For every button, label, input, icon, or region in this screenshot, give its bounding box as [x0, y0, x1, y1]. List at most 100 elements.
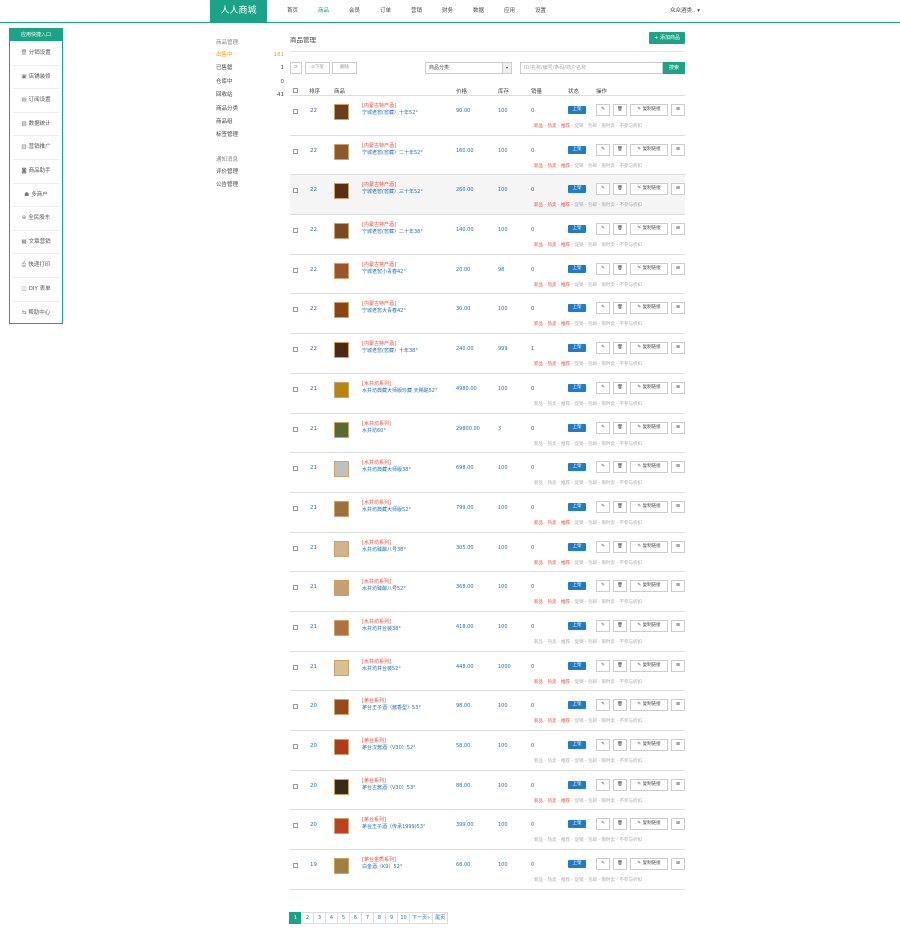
product-name[interactable]: [内蒙古特产酒] 宁城老窖(窖藏）三十年52° [362, 182, 454, 196]
qrcode-icon[interactable]: ⊞ [671, 262, 685, 275]
tag-toggle[interactable]: 限时卖 [602, 283, 616, 288]
tag-toggle[interactable]: 热卖 [548, 600, 557, 605]
topnav-item[interactable]: 首页 [277, 0, 308, 23]
status-toggle-button[interactable]: 上架 [568, 344, 586, 353]
tag-toggle[interactable]: 热卖 [548, 442, 557, 447]
delete-icon[interactable]: 🗑 [613, 619, 627, 632]
subnav-item[interactable]: 标签管理 [216, 129, 284, 142]
tag-toggle[interactable]: 新品 [534, 759, 543, 764]
tag-toggle[interactable]: 推荐 [561, 203, 570, 208]
row-checkbox[interactable] [293, 863, 298, 869]
tag-toggle[interactable]: 热卖 [548, 640, 557, 645]
tag-toggle[interactable]: 推荐 [561, 799, 570, 804]
tag-toggle[interactable]: 不参与折扣 [620, 521, 643, 526]
tag-toggle[interactable]: 热卖 [548, 203, 557, 208]
product-name[interactable]: [水井坊系列] 水井坊井台装52° [362, 659, 454, 673]
product-title[interactable]: 宁城老窖(窖藏）十年52° [362, 110, 454, 117]
product-thumbnail[interactable] [334, 262, 349, 279]
product-price[interactable]: 260.00 [456, 187, 474, 193]
tag-toggle[interactable]: 推荐 [561, 600, 570, 605]
copy-link-button[interactable]: ✎ 复制链接 [630, 739, 668, 751]
product-title[interactable]: 宁城老窖(窖藏）十年38° [362, 348, 454, 355]
tag-toggle[interactable]: 促销 [575, 640, 584, 645]
tag-toggle[interactable]: 包邮 [588, 402, 597, 407]
copy-link-button[interactable]: ✎ 复制链接 [630, 540, 668, 553]
tag-toggle[interactable]: 新品 [534, 561, 543, 566]
row-checkbox[interactable] [293, 624, 298, 630]
delete-icon[interactable]: 🗑 [613, 540, 627, 553]
product-title[interactable]: 宁城老窖小青春42° [362, 269, 454, 276]
topnav-item[interactable]: 订单 [370, 0, 401, 23]
delete-icon[interactable]: 🗑 [613, 461, 627, 474]
row-order[interactable]: 21 [310, 664, 317, 670]
category-select[interactable]: 商品分类 ▾ [425, 62, 512, 74]
tag-toggle[interactable]: 推荐 [561, 442, 570, 447]
delete-icon[interactable]: 🗑 [613, 381, 627, 394]
edit-icon[interactable]: ✎ [596, 104, 610, 116]
page-link[interactable]: 尾页 [432, 912, 449, 924]
product-name[interactable]: [内蒙古特产酒] 宁城老窖(窖藏）二十年38° [362, 222, 454, 236]
tag-toggle[interactable]: 新品 [534, 719, 543, 724]
tag-toggle[interactable]: 新品 [534, 243, 543, 248]
delete-icon[interactable]: 🗑 [613, 104, 627, 116]
status-toggle-button[interactable]: 上架 [568, 106, 586, 114]
tag-toggle[interactable]: 包邮 [588, 243, 597, 248]
product-price[interactable]: 799.00 [456, 505, 474, 511]
product-price[interactable]: 90.00 [456, 108, 470, 114]
tag-toggle[interactable]: 热卖 [548, 124, 557, 129]
tag-toggle[interactable]: 新品 [534, 521, 543, 526]
tag-toggle[interactable]: 促销 [575, 481, 584, 486]
tag-toggle[interactable]: 热卖 [548, 481, 557, 486]
quick-entry-item[interactable]: ▤ 订阅设置 [13, 88, 59, 112]
product-thumbnail[interactable] [334, 223, 349, 240]
product-name[interactable]: [茅台系列] 茅台古酱酒（V30）53° [362, 778, 454, 792]
subnav-item[interactable]: 仓库中 0 [216, 76, 284, 89]
delete-icon[interactable]: 🗑 [613, 262, 627, 275]
product-price[interactable]: 240.00 [456, 346, 474, 352]
status-toggle-button[interactable]: 上架 [568, 423, 586, 432]
tag-toggle[interactable]: 推荐 [561, 124, 570, 129]
tag-toggle[interactable]: 限时卖 [602, 759, 616, 764]
tag-toggle[interactable]: 推荐 [561, 521, 570, 526]
edit-icon[interactable]: ✎ [596, 183, 610, 196]
subnav-item[interactable]: 回收站 41 [216, 89, 284, 102]
product-name[interactable]: [内蒙古特产酒] 宁城老窖(窖藏）十年38° [362, 341, 454, 355]
topnav-item[interactable]: 商品 [308, 0, 339, 23]
qrcode-icon[interactable]: ⊞ [671, 778, 685, 791]
row-checkbox[interactable] [293, 505, 298, 511]
product-name[interactable]: [内蒙古特产酒] 宁城老窖大青春42° [362, 301, 454, 315]
tag-toggle[interactable]: 包邮 [588, 164, 597, 169]
tag-toggle[interactable]: 推荐 [561, 402, 570, 407]
subnav-item[interactable]: 商品组 [216, 116, 284, 129]
status-toggle-button[interactable]: 上架 [568, 264, 586, 273]
tag-toggle[interactable]: 不参与折扣 [620, 124, 643, 129]
tag-toggle[interactable]: 促销 [575, 878, 584, 883]
product-name[interactable]: [水井坊系列] 水井坊典藏大师版38° [362, 460, 454, 474]
product-stock[interactable]: 100 [498, 505, 508, 511]
product-price[interactable]: 4980.00 [456, 386, 477, 392]
tag-toggle[interactable]: 热卖 [548, 322, 557, 327]
tag-toggle[interactable]: 不参与折扣 [620, 362, 643, 367]
tag-toggle[interactable]: 限时卖 [602, 124, 616, 129]
copy-link-button[interactable]: ✎ 复制链接 [630, 461, 668, 474]
delete-icon[interactable]: 🗑 [613, 500, 627, 513]
product-price[interactable]: 68.00 [456, 862, 470, 868]
tag-toggle[interactable]: 热卖 [548, 838, 557, 843]
product-name[interactable]: [内蒙古特产酒] 宁城老窖(窖藏）二十年52° [362, 143, 454, 157]
tag-toggle[interactable]: 新品 [534, 203, 543, 208]
tag-toggle[interactable]: 促销 [575, 561, 584, 566]
tag-toggle[interactable]: 热卖 [548, 799, 557, 804]
tag-toggle[interactable]: 热卖 [548, 878, 557, 883]
row-order[interactable]: 22 [310, 108, 317, 114]
copy-link-button[interactable]: ✎ 复制链接 [630, 302, 668, 315]
product-stock[interactable]: 100 [498, 862, 508, 868]
product-stock[interactable]: 1000 [498, 664, 511, 670]
tag-toggle[interactable]: 包邮 [588, 600, 597, 605]
tag-toggle[interactable]: 限时卖 [602, 719, 616, 724]
tag-toggle[interactable]: 不参与折扣 [620, 402, 643, 407]
row-order[interactable]: 19 [310, 862, 317, 868]
product-thumbnail[interactable] [334, 699, 349, 716]
tag-toggle[interactable]: 包邮 [588, 203, 597, 208]
copy-link-button[interactable]: ✎ 复制链接 [630, 223, 668, 236]
tag-toggle[interactable]: 促销 [575, 799, 584, 804]
